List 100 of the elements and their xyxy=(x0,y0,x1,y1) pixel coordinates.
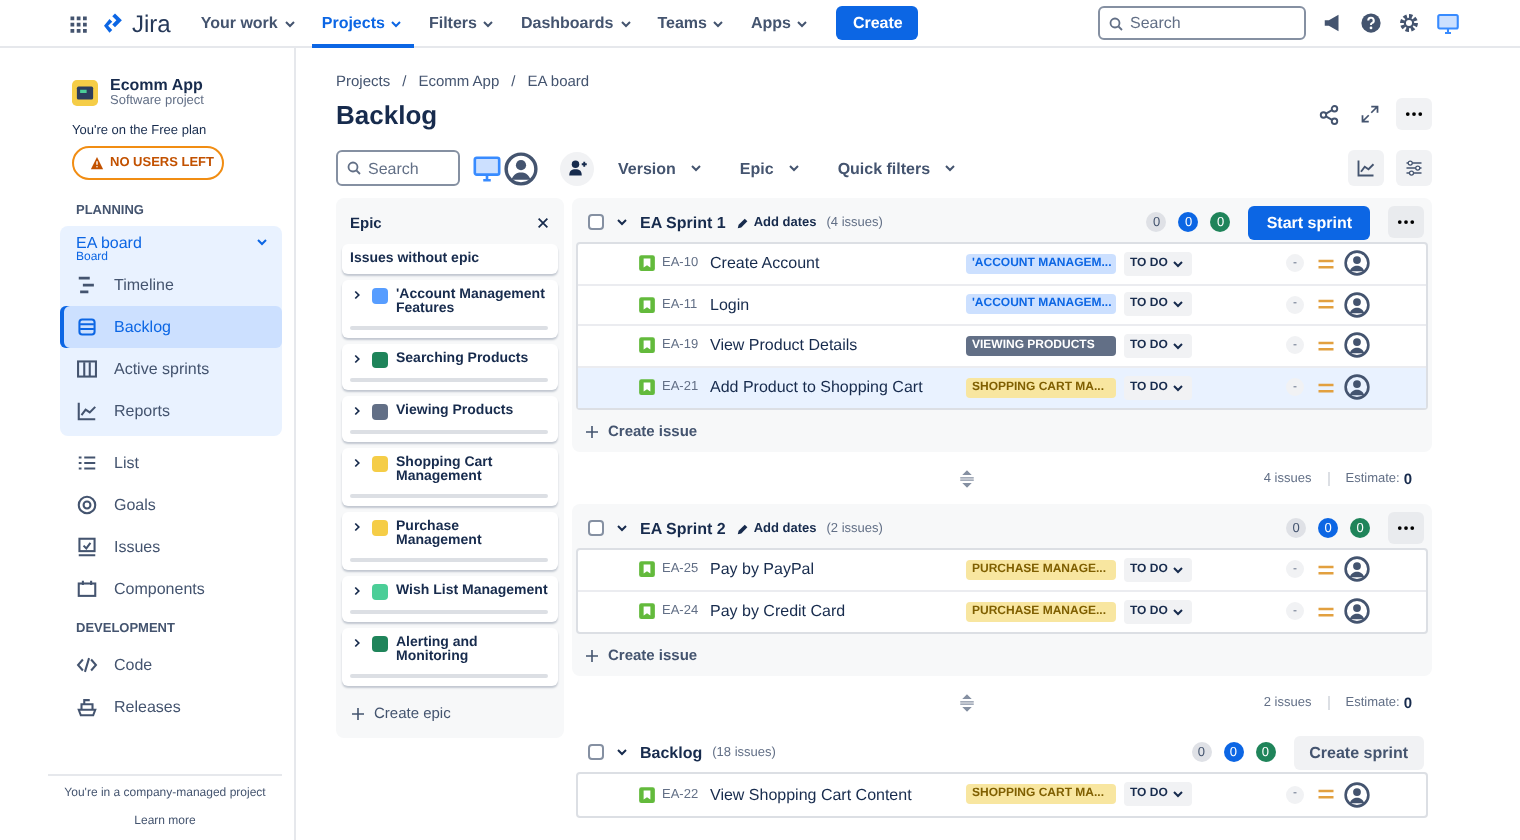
checkbox[interactable] xyxy=(588,214,604,230)
issue-summary: Create Account xyxy=(710,254,822,273)
chart-icon xyxy=(76,400,98,422)
chevron-down-icon xyxy=(614,214,630,230)
megaphone-icon xyxy=(1322,12,1344,34)
help-icon xyxy=(1360,12,1382,34)
checkbox[interactable] xyxy=(588,520,604,536)
filter-dropdown[interactable]: Version xyxy=(606,159,716,177)
chevron-down-icon xyxy=(614,744,630,760)
chevron-down-icon xyxy=(281,15,298,31)
app-switcher-icon xyxy=(68,13,88,33)
chevron-down-icon xyxy=(794,15,811,31)
avatar-icon xyxy=(1344,250,1370,277)
add-people-button[interactable] xyxy=(560,151,594,185)
sidebar-item[interactable]: Components xyxy=(60,568,282,610)
chevron-right-icon xyxy=(350,288,364,302)
search-field[interactable]: Search xyxy=(336,150,460,186)
jira-logo-icon xyxy=(104,12,126,34)
plus-icon xyxy=(584,647,600,663)
nav-menu[interactable]: Your work xyxy=(190,0,308,47)
chevron-down-icon xyxy=(1169,337,1186,354)
nav-menu[interactable]: Filters xyxy=(418,0,507,47)
sprint-name: EA Sprint 1 xyxy=(640,213,726,231)
story-icon xyxy=(638,378,656,397)
chevron-down-icon xyxy=(1169,603,1186,620)
issue-summary: Pay by PayPal xyxy=(710,560,817,579)
chevron-down-icon xyxy=(614,520,630,536)
insights-button[interactable] xyxy=(1348,150,1384,186)
chevron-down-icon xyxy=(1169,255,1186,272)
issue-summary: Add Product to Shopping Cart xyxy=(710,378,925,397)
page-title: Backlog xyxy=(336,99,438,129)
sidebar-item[interactable]: Goals xyxy=(60,484,282,526)
create-button[interactable]: Create xyxy=(836,6,919,40)
filter-dropdown[interactable]: Epic xyxy=(727,159,814,177)
drag-handle-icon xyxy=(958,469,977,487)
nav-menu[interactable]: Projects xyxy=(311,0,415,47)
sliders-icon xyxy=(1404,158,1424,178)
sidebar-item[interactable]: Issues xyxy=(60,526,282,568)
share-icon xyxy=(1317,103,1339,125)
warning-icon xyxy=(90,156,104,170)
project-avatar-icon xyxy=(72,79,98,105)
expand-icon xyxy=(1360,104,1380,124)
columns-icon xyxy=(76,358,98,380)
chevron-down-icon xyxy=(1169,379,1186,396)
timeline-icon xyxy=(76,274,98,296)
more-button[interactable] xyxy=(1388,512,1424,544)
story-icon xyxy=(638,560,656,579)
monitor-icon xyxy=(472,153,502,183)
add-person-icon xyxy=(567,158,587,178)
chevron-down-icon xyxy=(254,234,270,250)
chevron-down-icon xyxy=(617,15,634,31)
chevron-right-icon xyxy=(350,520,364,534)
avatar-icon xyxy=(1344,781,1370,808)
avatar-icon xyxy=(1344,332,1370,359)
drag-handle-icon xyxy=(958,693,977,711)
sidebar-item[interactable]: Code xyxy=(60,644,282,686)
close-button[interactable] xyxy=(536,214,550,232)
avatar-icon xyxy=(1344,556,1370,583)
sidebar-item[interactable]: List xyxy=(60,442,282,484)
chevron-right-icon xyxy=(350,404,364,418)
project-name: Ecomm App xyxy=(110,76,204,94)
code-icon xyxy=(76,654,98,676)
sidebar-item[interactable]: Backlog xyxy=(60,306,282,348)
filter-dropdown[interactable]: Quick filters xyxy=(825,159,971,177)
backlog-icon xyxy=(76,316,98,338)
more-button[interactable] xyxy=(1396,98,1432,130)
nav-menu[interactable]: Teams xyxy=(647,0,737,47)
chevron-down-icon xyxy=(942,160,959,176)
monitor-icon xyxy=(1436,11,1460,35)
issue-summary: View Shopping Cart Content xyxy=(710,785,914,804)
board-name[interactable]: EA board xyxy=(76,234,254,252)
chevron-down-icon xyxy=(1169,296,1186,313)
sidebar-item[interactable]: Reports xyxy=(60,390,282,432)
ship-icon xyxy=(76,696,98,718)
story-icon xyxy=(638,295,656,314)
avatar-icon xyxy=(504,151,538,185)
logo-text[interactable]: Jira xyxy=(132,9,171,37)
nav-menu[interactable]: Apps xyxy=(740,0,821,47)
components-icon xyxy=(76,578,98,600)
avatar-icon xyxy=(1344,374,1370,401)
pencil-icon xyxy=(735,215,750,229)
start-sprint-button[interactable]: Start sprint xyxy=(1248,205,1370,239)
view-settings-button[interactable] xyxy=(1396,150,1432,186)
sidebar-item[interactable]: Active sprints xyxy=(60,348,282,390)
search-field[interactable]: Search xyxy=(1098,6,1306,40)
settings-icon xyxy=(1398,12,1420,34)
close-icon xyxy=(536,216,550,230)
story-icon xyxy=(638,336,656,355)
sidebar-item[interactable]: Timeline xyxy=(60,264,282,306)
nav-menu[interactable]: Dashboards xyxy=(510,0,644,47)
chevron-right-icon xyxy=(350,456,364,470)
story-icon xyxy=(638,602,656,621)
create-sprint-button[interactable]: Create sprint xyxy=(1293,735,1424,769)
more-button[interactable] xyxy=(1388,206,1424,238)
target-icon xyxy=(76,494,98,516)
search-icon xyxy=(346,159,362,175)
sidebar-item[interactable]: Releases xyxy=(60,686,282,728)
checkbox[interactable] xyxy=(588,744,604,760)
chevron-right-icon xyxy=(350,636,364,650)
story-icon xyxy=(638,254,656,273)
